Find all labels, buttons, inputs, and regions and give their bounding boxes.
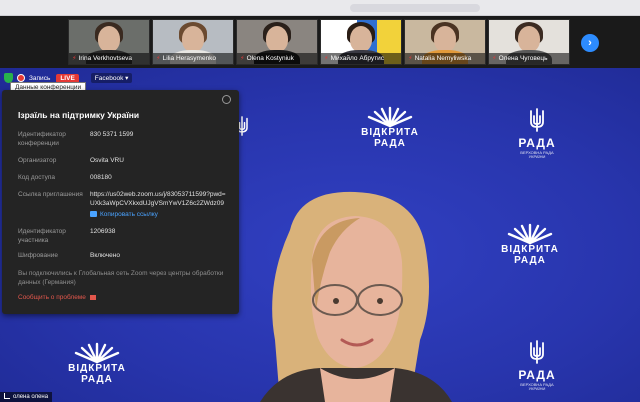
data-center-note: Вы подключились к Глобальная сеть Zoom ч… (18, 270, 224, 286)
sun-rays-icon (74, 342, 120, 364)
participant-name: Olena Kostyniuk (246, 55, 294, 62)
participant-name: Lilia Herasymenko (162, 55, 217, 62)
rada-trident-logo: РАДА ВЕРХОВНА РАДА УКРАЇНИ (513, 340, 561, 391)
flag-icon (89, 294, 96, 300)
meeting-title: Ізраїль на підтримку України (18, 110, 140, 120)
participant-tile[interactable]: ⚡ Irina Verkhovtseva (68, 19, 150, 65)
gear-icon[interactable] (222, 95, 231, 104)
main-video-stage: ВІДКРИТА РАДА ВІДКРИТА РАДА ВІДКРИТА РАД… (0, 68, 640, 402)
record-icon (17, 74, 25, 82)
report-problem-link[interactable]: Сообщить о проблеме (18, 294, 96, 301)
chevron-right-icon: › (588, 37, 592, 49)
mic-muted-icon: ⚡ (156, 55, 161, 62)
signal-icon (4, 393, 10, 400)
copy-link-button[interactable]: Копировать ссылку (90, 211, 158, 218)
participant-tile[interactable]: ⚡ Олена Чуговець (488, 19, 570, 65)
meeting-info-panel: Ізраїль на підтримку України Идентификат… (2, 90, 239, 314)
participant-tile[interactable]: ⚡ Natalia Nemyliwska (404, 19, 486, 65)
facebook-stream-button[interactable]: Facebook ▾ (90, 73, 133, 83)
sun-rays-icon (367, 106, 413, 128)
mic-muted-icon: ⚡ (492, 55, 497, 62)
zoom-meeting-window: ⚡ Irina Verkhovtseva ⚡ Lilia Herasymenko ⚡… (0, 0, 640, 402)
participant-tile[interactable]: ⚡ Lilia Herasymenko (152, 19, 234, 65)
browser-top-strip (0, 0, 640, 16)
participant-name: Irina Verkhovtseva (78, 55, 133, 62)
mic-muted-icon: ⚡ (324, 55, 329, 62)
record-label[interactable]: Запись (29, 75, 50, 82)
mic-muted-icon: ⚡ (408, 55, 413, 62)
rada-trident-logo: РАДА ВЕРХОВНА РАДА УКРАЇНИ (513, 108, 561, 159)
vidkryta-rada-logo: ВІДКРИТА РАДА (62, 342, 132, 385)
participant-name: Михайло Абрутис (330, 55, 385, 62)
mic-muted-icon: ⚡ (240, 55, 245, 62)
participant-tile[interactable]: ⚡ Olena Kostyniuk (236, 19, 318, 65)
browser-tab-bar (350, 4, 480, 12)
participant-name: Олена Чуговець (498, 55, 548, 62)
vidkryta-rada-logo: ВІДКРИТА РАДА (495, 223, 565, 266)
copy-icon (90, 211, 97, 218)
trident-icon (530, 340, 544, 364)
participant-name: Natalia Nemyliwska (414, 55, 472, 62)
speaker-video (260, 191, 452, 402)
mic-muted-icon: ⚡ (72, 55, 77, 62)
gallery-next-button[interactable]: › (581, 34, 599, 52)
vidkryta-rada-logo: ВІДКРИТА РАДА (355, 106, 425, 149)
participant-tile[interactable]: ⚡ Михайло Абрутис (320, 19, 402, 65)
trident-icon (530, 108, 544, 132)
sun-rays-icon (507, 223, 553, 245)
participants-gallery: ⚡ Irina Verkhovtseva ⚡ Lilia Herasymenko ⚡… (0, 16, 640, 68)
self-name-label: олена олена (0, 392, 53, 402)
